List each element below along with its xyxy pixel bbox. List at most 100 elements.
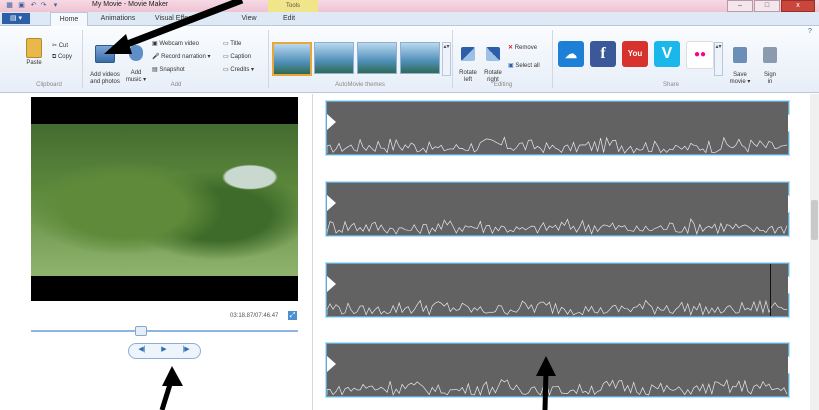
playhead-cursor[interactable] — [770, 264, 771, 316]
timecode: 03:18.87/07:46.47 — [230, 313, 279, 319]
undo-icon[interactable]: ↶ — [30, 2, 37, 9]
snapshot-button[interactable]: ▤ Snapshot — [152, 66, 185, 73]
webcam-video-button[interactable]: ▣ Webcam video — [152, 40, 199, 47]
clip-start-marker-icon — [327, 276, 336, 292]
arrow-to-playback-controls — [159, 366, 183, 410]
copy-button[interactable]: ⧉ Copy — [52, 54, 72, 61]
title-button[interactable]: ▭ Title — [223, 40, 241, 47]
sign-in-button[interactable]: Sign in — [758, 40, 782, 86]
contextual-tab-label: Tools — [268, 0, 318, 12]
onedrive-share-button[interactable]: ☁ — [558, 41, 584, 67]
seek-bar[interactable] — [31, 330, 298, 332]
storyboard-clip[interactable] — [326, 101, 798, 155]
close-button[interactable]: x — [781, 0, 815, 12]
clip-end-marker-icon — [788, 195, 798, 213]
credits-button[interactable]: ▭ Credits ▾ — [223, 66, 254, 73]
group-separator — [268, 30, 269, 88]
rotate-left-button[interactable]: Rotate left — [456, 40, 480, 84]
clip-start-marker-icon — [327, 356, 336, 372]
rotate-right-icon — [486, 47, 500, 61]
add-group-label: Add — [170, 82, 182, 88]
title-bar: ▦ ▣ ↶ ↷ ▾ My Movie - Movie Maker – □ x — [0, 0, 819, 12]
window-title: My Movie - Movie Maker — [92, 1, 169, 8]
share-group-label: Share — [662, 82, 679, 88]
tab-edit[interactable]: Edit — [272, 12, 306, 25]
clip-end-marker-icon — [788, 276, 798, 294]
maximize-button[interactable]: □ — [754, 0, 780, 12]
editing-group-label: Editing — [493, 82, 513, 88]
automovie-group-label: AutoMovie themes — [335, 82, 385, 88]
group-separator — [552, 30, 553, 88]
add-music-button[interactable]: Add music ▾ — [124, 38, 148, 84]
rotate-right-button[interactable]: Rotate right — [481, 40, 505, 84]
theme-thumbnail[interactable] — [400, 42, 440, 74]
cut-button[interactable]: ✂ Cut — [52, 42, 68, 49]
credits-label: Credits ▾ — [230, 67, 255, 73]
save-movie-button[interactable]: Save movie ▾ — [726, 40, 754, 86]
music-note-icon — [129, 45, 143, 61]
themes-scroll-icon[interactable]: ▴▾ — [442, 42, 451, 76]
audio-waveform — [327, 136, 788, 154]
file-menu-button[interactable]: ▤ ▾ — [2, 13, 30, 24]
remove-label: Remove — [514, 45, 538, 51]
theme-thumbnail[interactable] — [357, 42, 397, 74]
flickr-share-button[interactable]: ●● — [686, 41, 714, 69]
storyboard-clip[interactable] — [326, 263, 798, 317]
minimize-button[interactable]: – — [727, 0, 753, 12]
tab-home[interactable]: Home — [50, 12, 88, 26]
app-icon: ▦ — [6, 2, 13, 9]
facebook-share-button[interactable]: f — [590, 41, 616, 67]
storyboard-clip[interactable] — [326, 182, 798, 236]
paste-label: Paste — [26, 60, 42, 66]
window-controls: – □ x — [726, 0, 815, 12]
theme-thumbnail[interactable] — [272, 42, 312, 76]
vimeo-share-button[interactable]: V — [654, 41, 680, 67]
storyboard-clip[interactable] — [326, 343, 798, 397]
next-frame-button[interactable]: |▶ — [177, 345, 195, 355]
clip-end-marker-icon — [788, 356, 798, 374]
audio-waveform — [327, 218, 788, 235]
fullscreen-icon[interactable]: ⤢ — [288, 311, 297, 320]
select-all-button[interactable]: ▣ Select all — [508, 62, 540, 69]
pane-divider[interactable] — [312, 94, 313, 410]
caption-label: Caption — [230, 54, 252, 60]
rotate-left-icon — [461, 47, 475, 61]
paste-button[interactable]: Paste — [22, 38, 46, 67]
video-frame — [31, 124, 298, 276]
save-quick-icon[interactable]: ▣ — [18, 2, 25, 9]
remove-button[interactable]: ✕ Remove — [508, 44, 537, 51]
tab-visual-effects[interactable]: Visual Effects — [146, 12, 206, 25]
narration-label: Record narration ▾ — [161, 54, 211, 60]
clipboard-group-label: Clipboard — [36, 82, 62, 88]
help-icon[interactable]: ? — [808, 28, 812, 35]
select-all-label: Select all — [515, 63, 540, 69]
audio-waveform — [327, 299, 788, 316]
group-separator — [452, 30, 453, 88]
cut-label: Cut — [58, 43, 69, 49]
film-photo-icon — [95, 45, 115, 63]
previous-frame-button[interactable]: ◀| — [133, 345, 151, 355]
record-narration-button[interactable]: 🎤 Record narration ▾ — [152, 53, 211, 60]
clip-start-marker-icon — [327, 114, 336, 130]
caption-button[interactable]: ▭ Caption — [223, 53, 251, 60]
seek-thumb[interactable] — [135, 326, 148, 336]
storyboard-scrollbar[interactable] — [810, 94, 819, 410]
youtube-share-button[interactable]: You — [622, 41, 648, 67]
clip-start-marker-icon — [327, 195, 336, 211]
theme-thumbnail[interactable] — [314, 42, 354, 74]
play-button[interactable]: ▶ — [155, 345, 173, 355]
share-scroll-icon[interactable]: ▴▾ — [714, 42, 723, 76]
webcam-label: Webcam video — [159, 41, 199, 47]
group-separator — [82, 30, 83, 88]
remove-x-icon: ✕ — [508, 45, 514, 51]
tab-view[interactable]: View — [232, 12, 266, 25]
scrollbar-thumb[interactable] — [811, 200, 818, 240]
redo-icon[interactable]: ↷ — [40, 2, 47, 9]
snapshot-label: Snapshot — [159, 67, 185, 73]
select-all-icon: ▣ — [508, 63, 514, 69]
quick-access-dropdown-icon[interactable]: ▾ — [52, 2, 59, 9]
tab-animations[interactable]: Animations — [92, 12, 144, 25]
save-movie-icon — [733, 47, 747, 63]
clip-end-marker-icon — [788, 114, 798, 132]
add-videos-photos-button[interactable]: Add videos and photos — [86, 38, 124, 86]
